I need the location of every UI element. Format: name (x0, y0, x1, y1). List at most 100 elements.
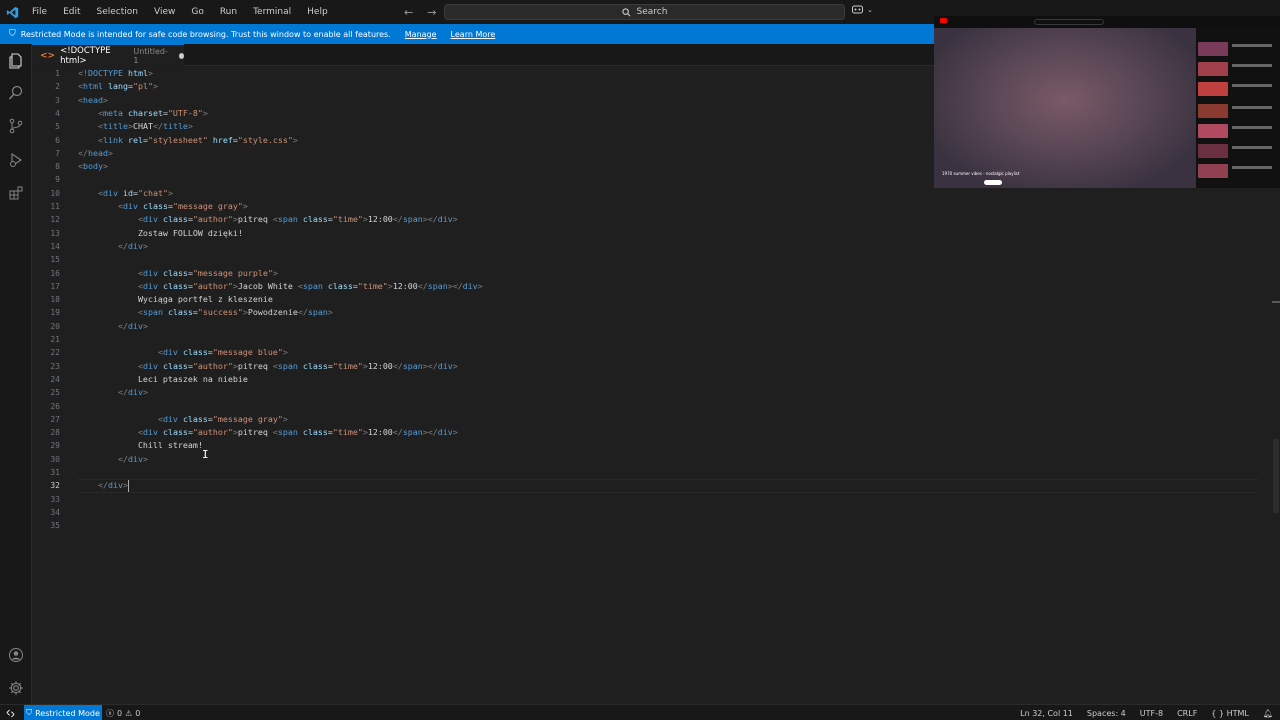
menu-terminal[interactable]: Terminal (245, 0, 299, 24)
code-line[interactable]: <div class="author">Jacob White <span cl… (78, 280, 483, 293)
scrollbar-thumb[interactable] (1273, 439, 1279, 513)
menu-run[interactable]: Run (212, 0, 245, 24)
code-line[interactable]: Leci ptaszek na niebie (78, 373, 248, 386)
encoding[interactable]: UTF-8 (1133, 709, 1170, 718)
code-line[interactable]: </div> (78, 240, 148, 253)
run-debug-icon[interactable] (7, 151, 25, 169)
problems-indicator[interactable]: ⓧ 0 ⚠ 0 (106, 705, 140, 720)
code-line[interactable]: <div class="message gray"> (78, 200, 248, 213)
youtube-logo-icon (940, 18, 949, 24)
recommendation-thumbnail (1198, 62, 1228, 76)
code-line[interactable]: <link rel="stylesheet" href="style.css"> (78, 134, 298, 147)
line-number: 35 (50, 521, 60, 531)
recommendation-thumbnail (1198, 124, 1228, 138)
line-number: 17 (50, 281, 60, 291)
tab-title: <!DOCTYPE html> (60, 45, 111, 66)
line-number: 10 (50, 188, 60, 198)
line-number: 6 (55, 135, 60, 145)
restricted-mode-badge[interactable]: ⛉ Restricted Mode (24, 705, 102, 720)
learn-more-link[interactable]: Learn More (451, 30, 496, 39)
remote-icon (6, 709, 14, 717)
code-line[interactable]: Zostaw FOLLOW dzięki! (78, 227, 243, 240)
line-number: 8 (55, 162, 60, 172)
unsaved-dot-icon[interactable] (178, 52, 184, 59)
code-line[interactable]: </div> (78, 320, 148, 333)
menu-view[interactable]: View (146, 0, 183, 24)
code-line[interactable]: <!DOCTYPE html> (78, 67, 153, 80)
recommendation-thumbnail (1198, 82, 1228, 96)
line-number: 32 (50, 481, 60, 491)
language-mode[interactable]: { } HTML (1204, 709, 1256, 718)
menu-selection[interactable]: Selection (89, 0, 146, 24)
menu-bar: File Edit Selection View Go Run Terminal Help (24, 0, 336, 24)
warning-icon: ⚠ (125, 708, 133, 718)
video-title: 1970 summer vibes - nostalgic playlist (942, 171, 1020, 176)
navigation-arrows: ← → (404, 0, 436, 24)
code-line[interactable]: <div class="author">pitreq <span class="… (78, 360, 458, 373)
recommendation-text (1232, 106, 1272, 109)
indentation[interactable]: Spaces: 4 (1080, 709, 1133, 718)
cursor-position[interactable]: Ln 32, Col 11 (1013, 709, 1080, 718)
chevron-down-icon: ⌄ (867, 5, 873, 14)
video-player (934, 28, 1196, 188)
line-number: 30 (50, 454, 60, 464)
menu-file[interactable]: File (24, 0, 55, 24)
line-number: 33 (50, 494, 60, 504)
code-line[interactable]: <div id="chat"> (78, 187, 173, 200)
end-of-line[interactable]: CRLF (1170, 709, 1204, 718)
menu-edit[interactable]: Edit (55, 0, 88, 24)
error-count: 0 (117, 708, 123, 718)
line-number: 4 (55, 108, 60, 118)
subscribe-button (984, 180, 1002, 185)
status-bar: ⛉ Restricted Mode ⓧ 0 ⚠ 0 Ln 32, Col 11 … (0, 704, 1280, 720)
code-line[interactable]: <div class="message purple"> (78, 267, 278, 280)
extensions-icon[interactable] (7, 184, 25, 202)
tab-subtitle: Untitled-1 (133, 46, 168, 65)
back-arrow-icon[interactable]: ← (404, 6, 413, 19)
code-line[interactable]: Wyciąga portfel z kleszenie (78, 293, 273, 306)
line-number: 18 (50, 295, 60, 305)
code-line[interactable]: <meta charset="UTF-8"> (78, 107, 208, 120)
copilot-menu[interactable]: ⌄ (852, 5, 873, 14)
code-line[interactable]: <html lang="pl"> (78, 80, 158, 93)
line-number-gutter: 1 2 3 4 5 6 7 8 9 10 11 12 13 14 15 16 17 18 19 20 21 22 23 24 2… (32, 67, 68, 704)
notifications-bell-icon[interactable]: 🔔︎ (1256, 709, 1280, 718)
video-overlay: 1970 summer vibes - nostalgic playlist (934, 16, 1280, 188)
code-line[interactable]: <div class="message blue"> (78, 346, 288, 359)
code-line[interactable]: </div> (78, 453, 148, 466)
code-line[interactable]: </div> (78, 479, 128, 492)
code-line[interactable]: </head> (78, 147, 113, 160)
recommendation-text (1232, 44, 1272, 47)
menu-go[interactable]: Go (183, 0, 211, 24)
code-line[interactable]: <span class="success">Powodzenie</span> (78, 306, 333, 319)
code-line[interactable]: <head> (78, 94, 108, 107)
menu-help[interactable]: Help (299, 0, 336, 24)
shield-icon: ⛉ (26, 708, 33, 717)
source-control-icon[interactable] (7, 117, 25, 135)
remote-indicator[interactable] (0, 705, 20, 720)
search-label: Search (636, 7, 668, 17)
manage-link[interactable]: Manage (405, 30, 437, 39)
command-center-search[interactable]: Search (444, 4, 845, 20)
code-line[interactable]: <div class="author">pitreq <span class="… (78, 213, 458, 226)
account-icon[interactable] (7, 646, 25, 664)
forward-arrow-icon[interactable]: → (427, 6, 436, 19)
code-line[interactable]: <body> (78, 160, 108, 173)
code-line[interactable]: <div class="message gray"> (78, 413, 288, 426)
line-number: 19 (50, 308, 60, 318)
browser-top-strip (934, 16, 1280, 28)
code-line[interactable]: Chill stream! (78, 439, 203, 452)
recommendation-thumbnail (1198, 144, 1228, 158)
editor-tab[interactable]: <> <!DOCTYPE html> Untitled-1 (32, 44, 184, 66)
line-number: 22 (50, 348, 60, 358)
code-line[interactable]: <title>CHAT</title> (78, 120, 193, 133)
recommendation-text (1232, 146, 1272, 149)
explorer-icon[interactable] (7, 52, 25, 70)
language-mode-label: HTML (1226, 708, 1249, 718)
line-number: 14 (50, 241, 60, 251)
manage-gear-icon[interactable] (7, 679, 25, 697)
search-view-icon[interactable] (7, 84, 25, 102)
recommendations-sidebar (1196, 28, 1280, 188)
code-line[interactable]: <div class="author">pitreq <span class="… (78, 426, 458, 439)
code-line[interactable]: </div> (78, 386, 148, 399)
